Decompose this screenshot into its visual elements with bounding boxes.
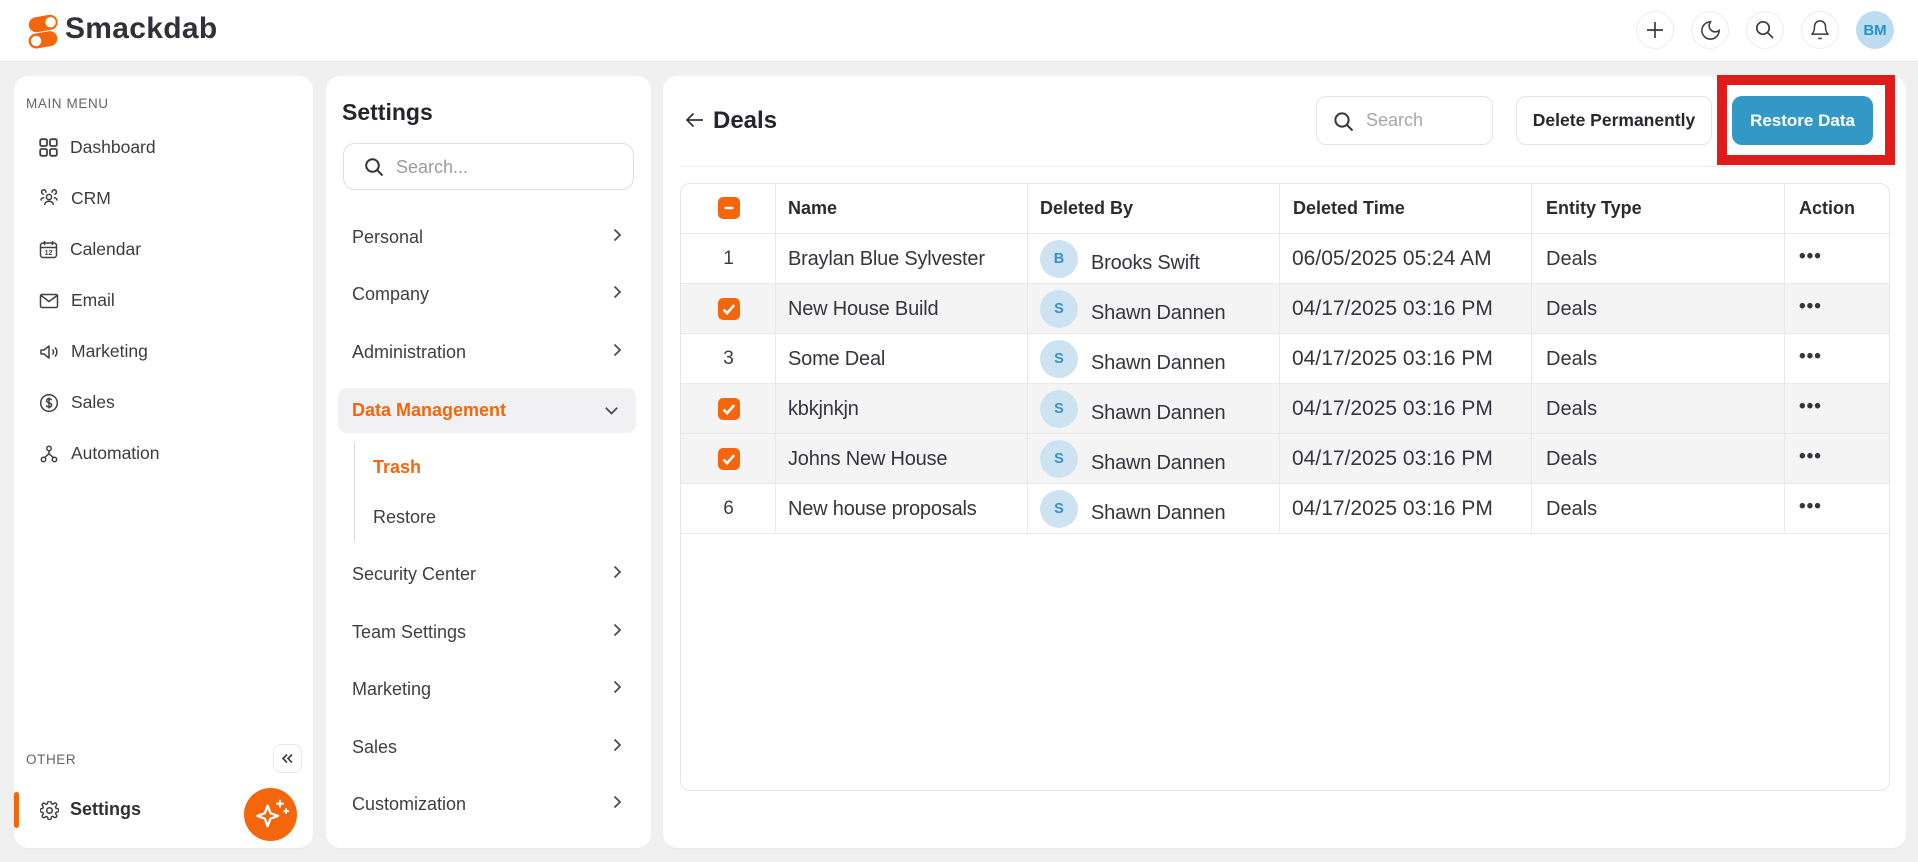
svg-text:12: 12 [45,250,53,257]
